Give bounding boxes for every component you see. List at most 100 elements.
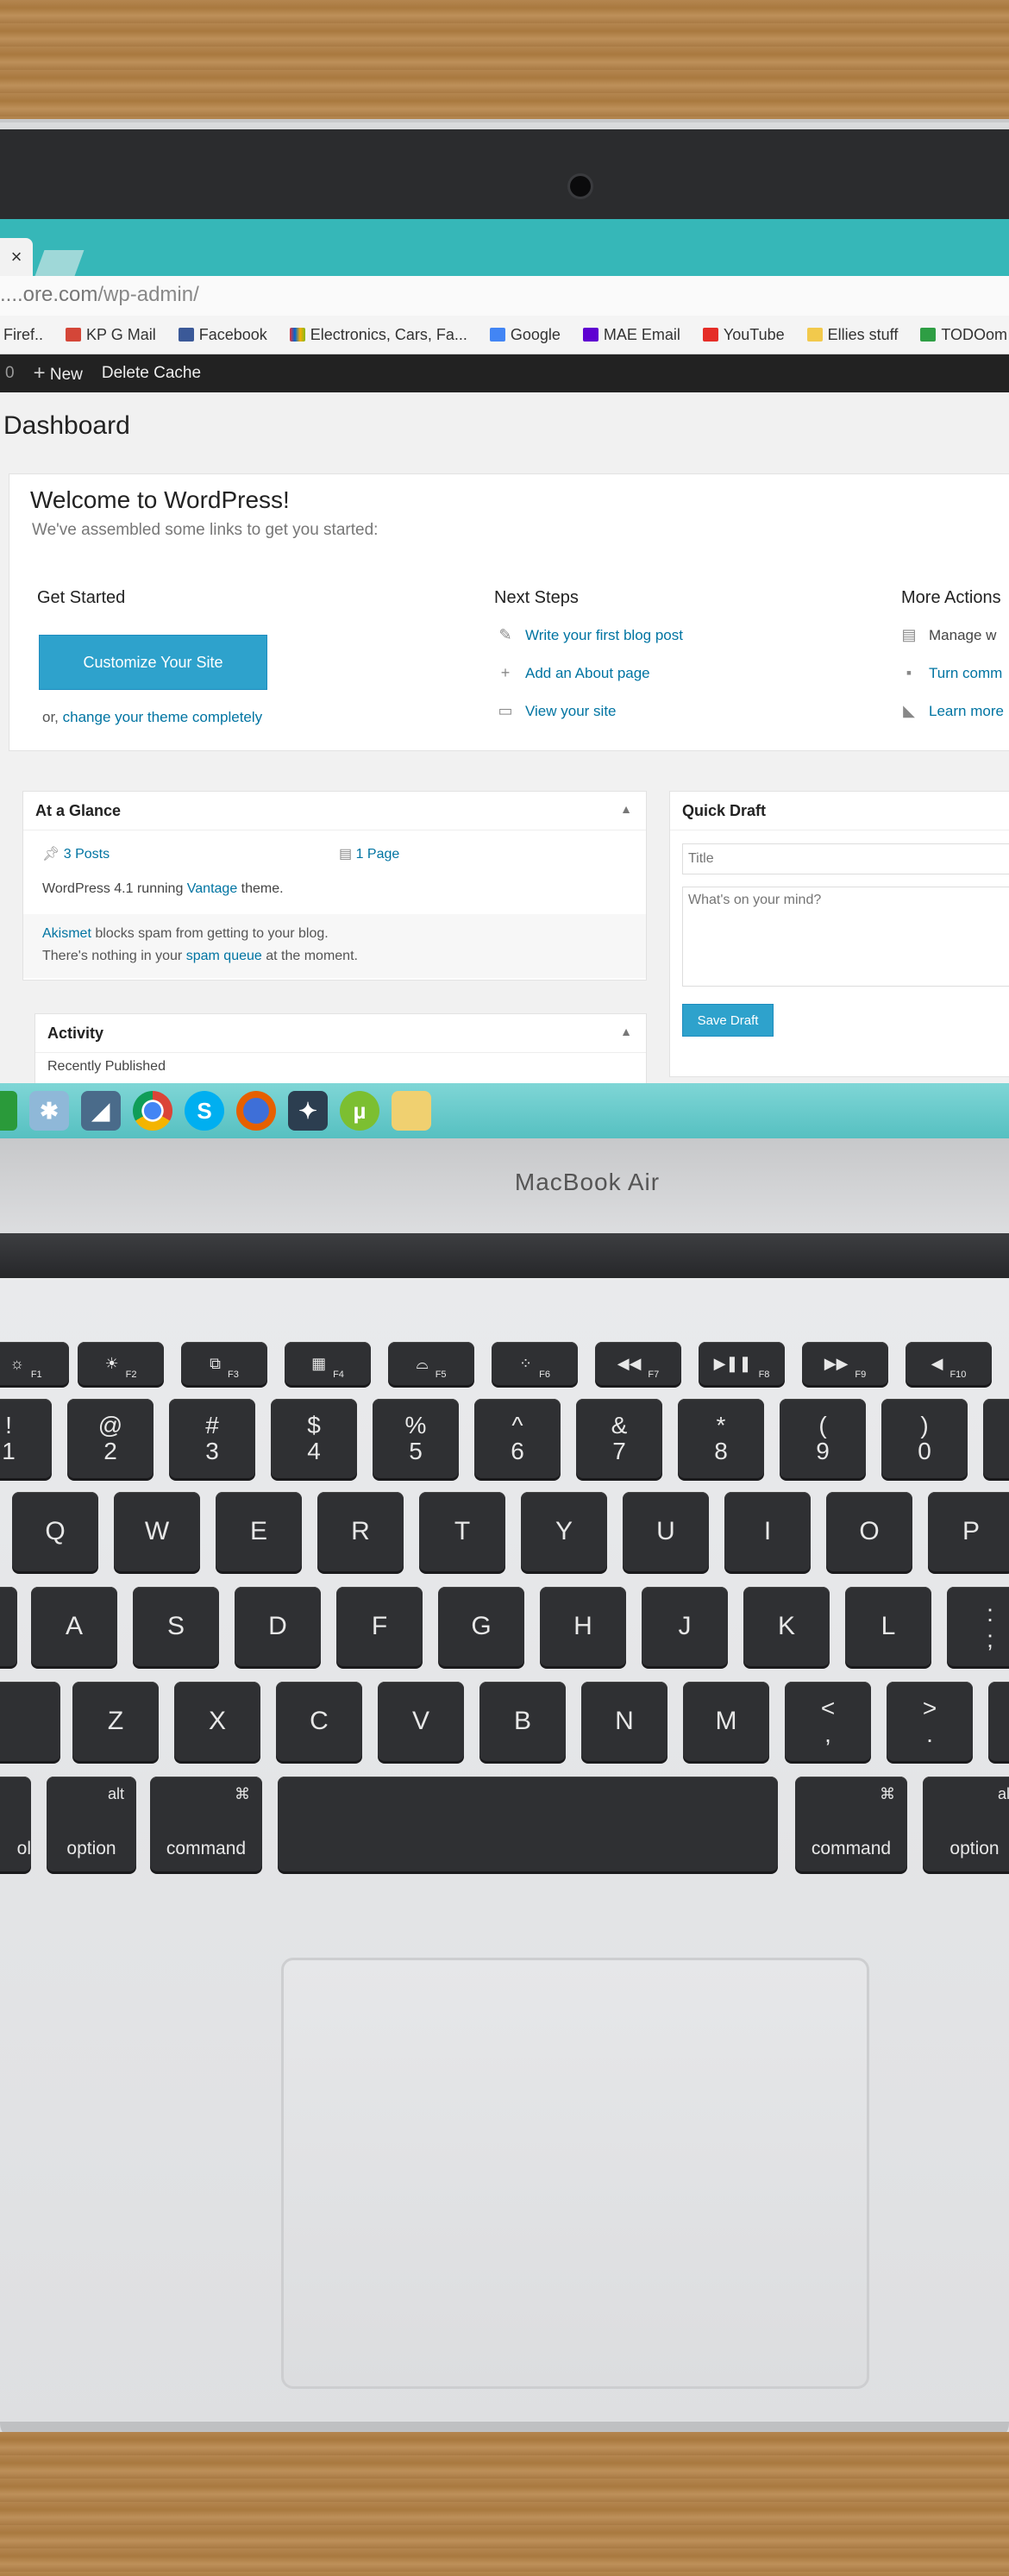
function-key-5[interactable]: ⌓ F5 [388, 1342, 474, 1385]
comments-count[interactable]: 0 [5, 364, 15, 383]
function-key-8[interactable]: ▶❚❚ F8 [699, 1342, 785, 1385]
function-key-6[interactable]: ⁘ F6 [492, 1342, 578, 1385]
number-key-0[interactable]: ) 0 [881, 1399, 968, 1478]
firefox-icon[interactable] [236, 1091, 276, 1131]
letter-key-g[interactable]: G [438, 1587, 524, 1666]
save-draft-button[interactable]: Save Draft [682, 1004, 774, 1037]
bookmark-google[interactable]: Google [489, 326, 561, 344]
start-icon[interactable] [0, 1091, 17, 1131]
slash-key-partial[interactable] [988, 1682, 1009, 1761]
period-key[interactable]: >. [887, 1682, 973, 1761]
step-add-about[interactable]: + Add an About page [498, 664, 650, 682]
function-key-10[interactable]: ◀ F10 [906, 1342, 992, 1385]
letter-key-y[interactable]: Y [521, 1492, 607, 1571]
semicolon-key[interactable]: :; [947, 1587, 1009, 1666]
posts-count[interactable]: 📌︎ 3 Posts [42, 845, 110, 862]
new-tab-button[interactable] [34, 250, 85, 276]
bookmark-todoom[interactable]: TODOom - You [920, 326, 1009, 344]
action-learn-more[interactable]: ◣ Learn more [901, 702, 1004, 720]
letter-key-f[interactable]: F [336, 1587, 423, 1666]
minus-key-partial[interactable] [983, 1399, 1009, 1478]
customize-site-button[interactable]: Customize Your Site [39, 635, 267, 690]
bat-icon[interactable]: ✦ [288, 1091, 328, 1131]
number-key-4[interactable]: $4 [271, 1399, 357, 1478]
new-content-button[interactable]: + New [34, 361, 83, 385]
step-view-site[interactable]: ▭ View your site [498, 702, 616, 720]
draft-title-input[interactable] [682, 843, 1009, 874]
bookmark-facebook[interactable]: Facebook [178, 326, 267, 344]
number-key-1[interactable]: ! 1 [0, 1399, 52, 1478]
bookmark-ellies-stuff[interactable]: Ellies stuff [806, 326, 898, 344]
number-key-8[interactable]: * 8 [678, 1399, 764, 1478]
letter-key-k[interactable]: K [743, 1587, 830, 1666]
letter-key-q[interactable]: Q [12, 1492, 98, 1571]
letter-key-n[interactable]: N [581, 1682, 667, 1761]
shift-key-left-partial[interactable] [0, 1682, 60, 1761]
letter-key-x[interactable]: X [174, 1682, 260, 1761]
command-key-right[interactable]: ⌘ command [795, 1777, 907, 1871]
function-key-3[interactable]: ⧉ F3 [181, 1342, 267, 1385]
close-tab-icon[interactable]: × [11, 246, 22, 267]
letter-key-p[interactable]: P [928, 1492, 1009, 1571]
step-write-post[interactable]: ✎ Write your first blog post [498, 626, 683, 644]
letter-key-i[interactable]: I [724, 1492, 811, 1571]
comma-key[interactable]: <, [785, 1682, 871, 1761]
draft-content-input[interactable] [682, 887, 1009, 987]
bookmark-firefox[interactable]: Firef.. [0, 326, 43, 344]
bookmark-gmail[interactable]: KP G Mail [66, 326, 156, 344]
skype-icon[interactable]: S [185, 1091, 224, 1131]
bookmark-mae-email[interactable]: MAE Email [582, 326, 680, 344]
letter-key-u[interactable]: U [623, 1492, 709, 1571]
folder-icon[interactable] [392, 1091, 431, 1131]
collapse-arrow-icon[interactable]: ▲ [620, 802, 632, 816]
letter-key-j[interactable]: J [642, 1587, 728, 1666]
browser-tab[interactable]: × [0, 238, 33, 276]
letter-key-a[interactable]: A [31, 1587, 117, 1666]
command-key-left[interactable]: ⌘ command [150, 1777, 262, 1871]
quick-draft-header[interactable]: Quick Draft [670, 792, 1009, 830]
change-theme-link[interactable]: change your theme completely [63, 709, 263, 725]
utorrent-icon[interactable]: µ [340, 1091, 379, 1131]
akismet-link[interactable]: Akismet [42, 926, 91, 941]
letter-key-e[interactable]: E [216, 1492, 302, 1571]
theme-link[interactable]: Vantage [187, 881, 237, 896]
function-key-2[interactable]: ☀ F2 [78, 1342, 164, 1385]
pages-count[interactable]: ▤ 1 Page [339, 845, 399, 862]
letter-key-v[interactable]: V [378, 1682, 464, 1761]
number-key-3[interactable]: #3 [169, 1399, 255, 1478]
url-text[interactable]: ....ore.com/wp-admin/ [0, 283, 199, 307]
function-key-1[interactable]: ☼ F1 [0, 1342, 69, 1385]
bookmark-youtube[interactable]: YouTube [702, 326, 785, 344]
number-key-7[interactable]: & 7 [576, 1399, 662, 1478]
at-a-glance-header[interactable]: At a Glance ▲ [23, 792, 646, 830]
caps-key-partial[interactable] [0, 1587, 17, 1666]
letter-key-o[interactable]: O [826, 1492, 912, 1571]
trackpad[interactable] [281, 1958, 869, 2389]
spam-queue-link[interactable]: spam queue [186, 949, 262, 963]
delete-cache-button[interactable]: Delete Cache [102, 364, 201, 383]
letter-key-t[interactable]: T [419, 1492, 505, 1571]
letter-key-l[interactable]: L [845, 1587, 931, 1666]
bookmark-ebay[interactable]: Electronics, Cars, Fa... [289, 326, 467, 344]
collapse-arrow-icon[interactable]: ▲ [620, 1025, 632, 1038]
bird-icon[interactable]: ◢ [81, 1091, 121, 1131]
action-turn-comments[interactable]: ▪ Turn comm [901, 664, 1003, 682]
letter-key-z[interactable]: Z [72, 1682, 159, 1761]
letter-key-c[interactable]: C [276, 1682, 362, 1761]
chrome-icon[interactable] [133, 1091, 172, 1131]
number-key-2[interactable]: @2 [67, 1399, 154, 1478]
letter-key-d[interactable]: D [235, 1587, 321, 1666]
activity-header[interactable]: Activity ▲ [35, 1014, 646, 1053]
pinwheel-icon[interactable]: ✱ [29, 1091, 69, 1131]
space-bar[interactable] [278, 1777, 778, 1871]
number-key-6[interactable]: ^ 6 [474, 1399, 561, 1478]
function-key-4[interactable]: ▦ F4 [285, 1342, 371, 1385]
number-key-5[interactable]: % 5 [373, 1399, 459, 1478]
letter-key-m[interactable]: M [683, 1682, 769, 1761]
action-manage[interactable]: ▤ Manage w [901, 626, 996, 644]
letter-key-w[interactable]: W [114, 1492, 200, 1571]
number-key-9[interactable]: (9 [780, 1399, 866, 1478]
function-key-7[interactable]: ◀◀ F7 [595, 1342, 681, 1385]
function-key-9[interactable]: ▶▶ F9 [802, 1342, 888, 1385]
letter-key-b[interactable]: B [479, 1682, 566, 1761]
